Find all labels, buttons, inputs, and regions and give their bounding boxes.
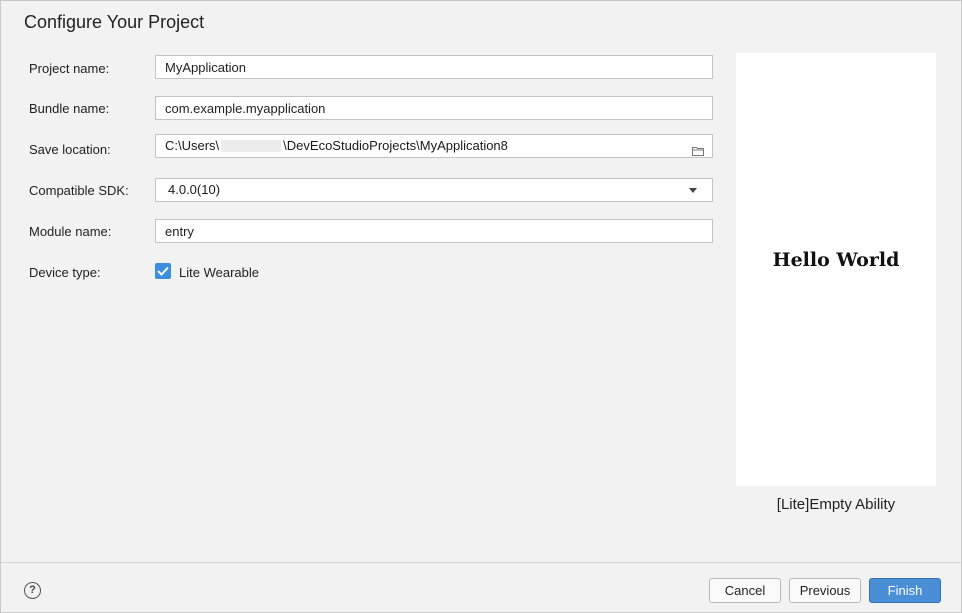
help-icon[interactable]: ? — [24, 582, 41, 599]
preview-hello-text: Hello World — [772, 249, 900, 271]
save-location-prefix: C:\Users\ — [165, 138, 220, 153]
project-name-input[interactable] — [155, 55, 713, 79]
compatible-sdk-select[interactable]: 4.0.0(10) — [155, 178, 713, 202]
module-name-label: Module name: — [29, 224, 112, 239]
project-name-label: Project name: — [29, 61, 110, 76]
footer-divider — [1, 562, 961, 563]
save-location-field[interactable]: C:\Users\ \DevEcoStudioProjects\MyApplic… — [155, 134, 713, 158]
folder-icon[interactable] — [692, 141, 704, 156]
chevron-down-icon[interactable] — [689, 188, 697, 193]
configure-project-dialog: Configure Your Project Project name: Bun… — [0, 0, 962, 613]
finish-button[interactable]: Finish — [869, 578, 941, 603]
redacted-username — [221, 140, 282, 152]
template-name: [Lite]Empty Ability — [776, 496, 896, 513]
lite-wearable-label[interactable]: Lite Wearable — [179, 265, 259, 280]
bundle-name-label: Bundle name: — [29, 101, 110, 116]
save-location-suffix: \DevEcoStudioProjects\MyApplication8 — [283, 138, 508, 153]
dialog-title: Configure Your Project — [24, 12, 205, 32]
lite-wearable-checkbox[interactable] — [155, 263, 171, 279]
save-location-label: Save location: — [29, 142, 111, 157]
template-preview: Hello World — [736, 53, 936, 486]
compatible-sdk-label: Compatible SDK: — [29, 183, 129, 198]
cancel-button[interactable]: Cancel — [709, 578, 781, 603]
compatible-sdk-value: 4.0.0(10) — [168, 182, 221, 197]
module-name-input[interactable] — [155, 219, 713, 243]
bundle-name-input[interactable] — [155, 96, 713, 120]
previous-button[interactable]: Previous — [789, 578, 861, 603]
device-type-label: Device type: — [29, 265, 101, 280]
